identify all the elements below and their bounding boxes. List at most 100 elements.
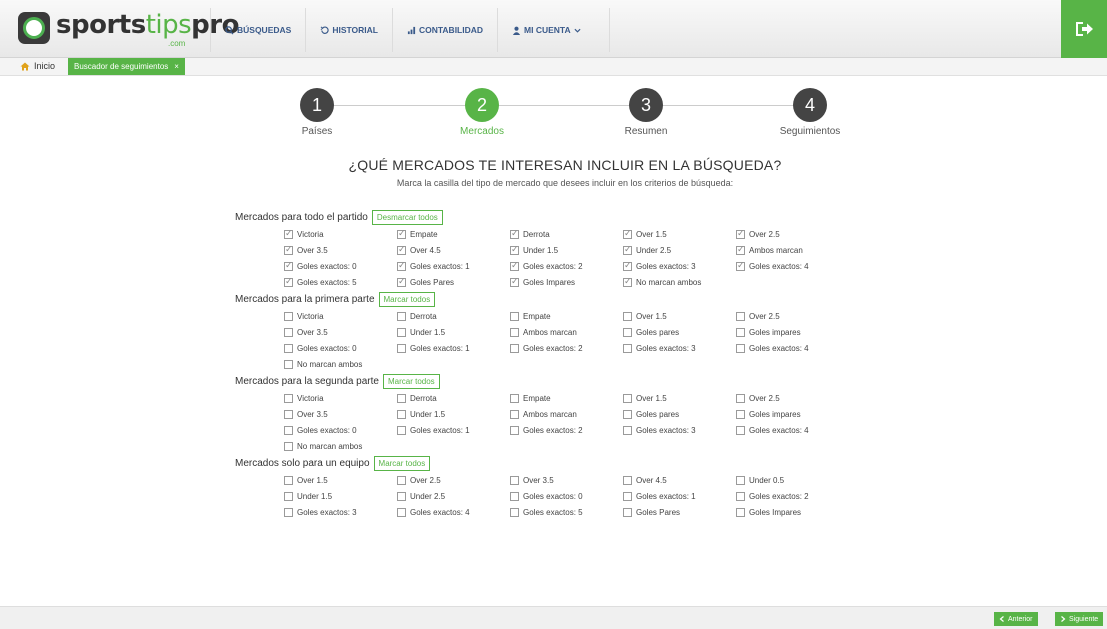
- market-option[interactable]: Goles impares: [736, 327, 849, 337]
- market-option[interactable]: Under 1.5: [397, 409, 510, 419]
- checkbox[interactable]: [397, 228, 406, 239]
- market-option[interactable]: Over 4.5: [397, 244, 510, 255]
- checkbox[interactable]: [284, 475, 293, 485]
- market-option[interactable]: Goles exactos: 3: [623, 425, 736, 435]
- market-option[interactable]: Over 3.5: [510, 475, 623, 485]
- checkbox[interactable]: [510, 425, 519, 435]
- market-option[interactable]: Goles pares: [623, 327, 736, 337]
- checkbox[interactable]: [510, 491, 519, 501]
- checkbox[interactable]: [284, 276, 293, 287]
- checkbox[interactable]: [736, 393, 745, 403]
- market-option[interactable]: Victoria: [284, 228, 397, 239]
- market-option[interactable]: Under 2.5: [397, 491, 510, 501]
- breadcrumb-home[interactable]: Inicio: [20, 61, 55, 71]
- checkbox[interactable]: [397, 343, 406, 353]
- checkbox[interactable]: [397, 311, 406, 321]
- market-option[interactable]: Over 3.5: [284, 327, 397, 337]
- market-option[interactable]: Goles exactos: 1: [397, 260, 510, 271]
- nav-historial[interactable]: HISTORIAL: [305, 8, 392, 52]
- checkbox[interactable]: [397, 491, 406, 501]
- checkbox[interactable]: [284, 260, 293, 271]
- checkbox[interactable]: [397, 276, 406, 287]
- checkbox[interactable]: [284, 393, 293, 403]
- market-option[interactable]: Goles exactos: 3: [284, 507, 397, 517]
- market-option[interactable]: Over 1.5: [623, 393, 736, 403]
- market-option[interactable]: Over 2.5: [736, 228, 849, 239]
- market-option[interactable]: Over 3.5: [284, 409, 397, 419]
- market-option[interactable]: Derrota: [397, 393, 510, 403]
- nav-contabilidad[interactable]: CONTABILIDAD: [391, 8, 497, 52]
- market-option[interactable]: Goles exactos: 4: [736, 425, 849, 435]
- checkbox[interactable]: [397, 425, 406, 435]
- market-option[interactable]: Goles Pares: [397, 276, 510, 287]
- checkbox[interactable]: [736, 311, 745, 321]
- market-option[interactable]: Goles exactos: 4: [736, 343, 849, 353]
- checkbox[interactable]: [284, 409, 293, 419]
- checkbox[interactable]: [284, 425, 293, 435]
- checkbox[interactable]: [284, 327, 293, 337]
- checkbox[interactable]: [623, 228, 632, 239]
- step-resumen[interactable]: 3 Resumen: [591, 88, 701, 137]
- market-option[interactable]: No marcan ambos: [284, 359, 397, 369]
- market-option[interactable]: Goles exactos: 0: [284, 343, 397, 353]
- checkbox[interactable]: [510, 409, 519, 419]
- market-option[interactable]: Ambos marcan: [510, 327, 623, 337]
- market-option[interactable]: Under 1.5: [397, 327, 510, 337]
- checkbox[interactable]: [510, 260, 519, 271]
- market-option[interactable]: Goles exactos: 1: [397, 425, 510, 435]
- checkbox[interactable]: [284, 311, 293, 321]
- toggle-all-button[interactable]: Marcar todos: [378, 291, 436, 307]
- market-option[interactable]: Over 2.5: [736, 311, 849, 321]
- market-option[interactable]: Empate: [397, 228, 510, 239]
- checkbox[interactable]: [397, 409, 406, 419]
- checkbox[interactable]: [736, 260, 745, 271]
- market-option[interactable]: Goles exactos: 1: [623, 491, 736, 501]
- market-option[interactable]: Under 1.5: [284, 491, 397, 501]
- market-option[interactable]: Goles exactos: 3: [623, 343, 736, 353]
- market-option[interactable]: Victoria: [284, 393, 397, 403]
- market-option[interactable]: Goles Impares: [736, 507, 849, 517]
- checkbox[interactable]: [623, 260, 632, 271]
- market-option[interactable]: Goles exactos: 2: [510, 425, 623, 435]
- close-icon[interactable]: ×: [174, 62, 179, 71]
- market-option[interactable]: Goles impares: [736, 409, 849, 419]
- checkbox[interactable]: [623, 491, 632, 501]
- checkbox[interactable]: [736, 507, 745, 517]
- market-option[interactable]: Over 1.5: [623, 228, 736, 239]
- checkbox[interactable]: [510, 244, 519, 255]
- logo[interactable]: sportstipspro .com: [14, 8, 239, 50]
- market-option[interactable]: Over 1.5: [284, 475, 397, 485]
- market-option[interactable]: Goles exactos: 5: [510, 507, 623, 517]
- checkbox[interactable]: [510, 311, 519, 321]
- breadcrumb-tab[interactable]: Buscador de seguimientos ×: [68, 58, 185, 75]
- checkbox[interactable]: [284, 441, 293, 451]
- market-option[interactable]: Under 0.5: [736, 475, 849, 485]
- market-option[interactable]: Over 2.5: [397, 475, 510, 485]
- checkbox[interactable]: [510, 507, 519, 517]
- checkbox[interactable]: [510, 228, 519, 239]
- previous-button[interactable]: Anterior: [994, 612, 1038, 626]
- market-option[interactable]: Empate: [510, 393, 623, 403]
- nav-mi-cuenta[interactable]: MI CUENTA: [497, 8, 610, 52]
- checkbox[interactable]: [510, 393, 519, 403]
- market-option[interactable]: Victoria: [284, 311, 397, 321]
- checkbox[interactable]: [736, 327, 745, 337]
- checkbox[interactable]: [623, 244, 632, 255]
- checkbox[interactable]: [510, 327, 519, 337]
- checkbox[interactable]: [397, 507, 406, 517]
- market-option[interactable]: Derrota: [397, 311, 510, 321]
- market-option[interactable]: Under 2.5: [623, 244, 736, 255]
- market-option[interactable]: Goles exactos: 1: [397, 343, 510, 353]
- toggle-all-button[interactable]: Marcar todos: [382, 373, 440, 389]
- market-option[interactable]: Ambos marcan: [510, 409, 623, 419]
- market-option[interactable]: Goles Impares: [510, 276, 623, 287]
- market-option[interactable]: Over 2.5: [736, 393, 849, 403]
- market-option[interactable]: Goles exactos: 0: [284, 260, 397, 271]
- checkbox[interactable]: [736, 491, 745, 501]
- market-option[interactable]: Goles exactos: 5: [284, 276, 397, 287]
- checkbox[interactable]: [623, 425, 632, 435]
- market-option[interactable]: Goles exactos: 2: [510, 260, 623, 271]
- checkbox[interactable]: [736, 244, 745, 255]
- checkbox[interactable]: [623, 409, 632, 419]
- market-option[interactable]: Derrota: [510, 228, 623, 239]
